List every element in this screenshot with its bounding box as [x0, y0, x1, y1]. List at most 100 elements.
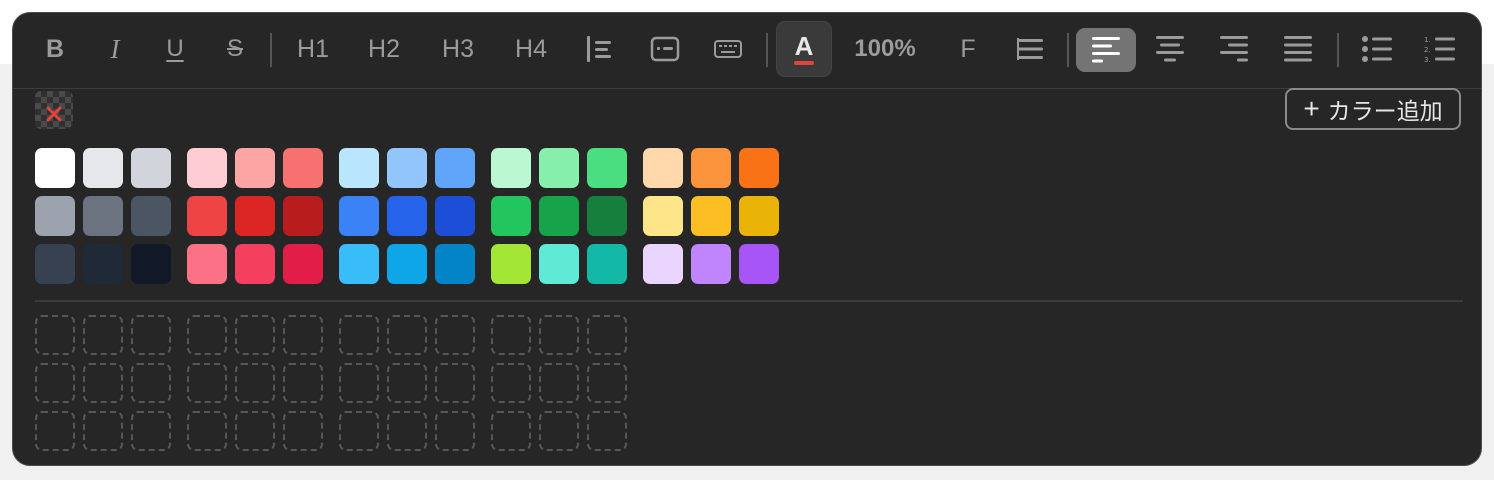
color-swatch[interactable]	[587, 196, 627, 236]
heading1-button[interactable]: H1	[289, 21, 337, 77]
color-swatch[interactable]	[643, 148, 683, 188]
bold-button[interactable]: B	[35, 21, 75, 77]
color-swatch[interactable]	[435, 244, 475, 284]
empty-color-slot[interactable]	[83, 315, 123, 355]
heading3-button[interactable]: H3	[434, 21, 482, 77]
keyboard-button[interactable]	[711, 21, 745, 77]
numbered-list-button[interactable]: 1. 2. 3.	[1423, 21, 1457, 77]
color-swatch[interactable]	[35, 148, 75, 188]
empty-color-slot[interactable]	[283, 363, 323, 403]
empty-color-slot[interactable]	[435, 315, 475, 355]
color-swatch[interactable]	[131, 196, 171, 236]
empty-color-slot[interactable]	[283, 411, 323, 451]
color-swatch[interactable]	[539, 196, 579, 236]
empty-color-slot[interactable]	[539, 363, 579, 403]
align-left-button[interactable]	[1076, 28, 1136, 72]
color-swatch[interactable]	[491, 148, 531, 188]
empty-color-slot[interactable]	[83, 363, 123, 403]
color-swatch[interactable]	[387, 148, 427, 188]
empty-color-slot[interactable]	[235, 411, 275, 451]
empty-color-slot[interactable]	[131, 363, 171, 403]
color-swatch[interactable]	[643, 244, 683, 284]
color-swatch[interactable]	[691, 196, 731, 236]
empty-color-slot[interactable]	[435, 411, 475, 451]
color-swatch[interactable]	[587, 244, 627, 284]
empty-color-slot[interactable]	[387, 315, 427, 355]
color-swatch[interactable]	[587, 148, 627, 188]
color-swatch[interactable]	[187, 244, 227, 284]
empty-color-slot[interactable]	[587, 315, 627, 355]
line-spacing-button[interactable]	[1013, 21, 1047, 77]
strikethrough-button[interactable]: S	[215, 21, 255, 77]
empty-color-slot[interactable]	[387, 363, 427, 403]
empty-color-slot[interactable]	[283, 315, 323, 355]
add-color-button[interactable]: + カラー追加	[1285, 88, 1461, 130]
empty-color-slot[interactable]	[83, 411, 123, 451]
bullet-list-button[interactable]	[1360, 21, 1394, 77]
empty-color-slot[interactable]	[387, 411, 427, 451]
color-swatch[interactable]	[187, 196, 227, 236]
color-swatch[interactable]	[235, 244, 275, 284]
color-swatch[interactable]	[491, 244, 531, 284]
color-swatch[interactable]	[491, 196, 531, 236]
color-swatch[interactable]	[83, 196, 123, 236]
empty-color-slot[interactable]	[339, 315, 379, 355]
color-swatch[interactable]	[643, 196, 683, 236]
color-swatch[interactable]	[539, 148, 579, 188]
color-swatch[interactable]	[435, 148, 475, 188]
color-swatch[interactable]	[539, 244, 579, 284]
align-center-button[interactable]	[1155, 21, 1185, 77]
callout-button[interactable]	[645, 21, 685, 77]
underline-button[interactable]: U	[155, 21, 195, 77]
italic-button[interactable]: I	[95, 21, 135, 77]
color-swatch[interactable]	[739, 196, 779, 236]
color-swatch[interactable]	[739, 148, 779, 188]
text-color-button[interactable]: A	[776, 21, 832, 77]
color-swatch[interactable]	[739, 244, 779, 284]
heading2-button[interactable]: H2	[360, 21, 408, 77]
align-right-button[interactable]	[1219, 21, 1249, 77]
empty-color-slot[interactable]	[539, 411, 579, 451]
color-swatch[interactable]	[131, 148, 171, 188]
empty-color-slot[interactable]	[35, 315, 75, 355]
color-swatch[interactable]	[339, 148, 379, 188]
color-swatch[interactable]	[35, 244, 75, 284]
empty-color-slot[interactable]	[491, 411, 531, 451]
empty-color-slot[interactable]	[35, 411, 75, 451]
color-swatch[interactable]	[283, 244, 323, 284]
blockquote-button[interactable]	[580, 21, 620, 77]
color-swatch[interactable]	[387, 196, 427, 236]
empty-color-slot[interactable]	[187, 315, 227, 355]
empty-color-slot[interactable]	[491, 315, 531, 355]
empty-color-slot[interactable]	[587, 363, 627, 403]
no-color-swatch[interactable]	[35, 91, 73, 129]
color-swatch[interactable]	[35, 196, 75, 236]
color-swatch[interactable]	[283, 148, 323, 188]
color-swatch[interactable]	[691, 244, 731, 284]
color-swatch[interactable]	[187, 148, 227, 188]
color-swatch[interactable]	[131, 244, 171, 284]
empty-color-slot[interactable]	[35, 363, 75, 403]
empty-color-slot[interactable]	[587, 411, 627, 451]
color-swatch[interactable]	[435, 196, 475, 236]
color-swatch[interactable]	[83, 148, 123, 188]
empty-color-slot[interactable]	[539, 315, 579, 355]
empty-color-slot[interactable]	[131, 411, 171, 451]
zoom-level-button[interactable]: 100%	[845, 21, 925, 77]
empty-color-slot[interactable]	[435, 363, 475, 403]
color-swatch[interactable]	[691, 148, 731, 188]
empty-color-slot[interactable]	[235, 315, 275, 355]
color-swatch[interactable]	[339, 196, 379, 236]
heading4-button[interactable]: H4	[507, 21, 555, 77]
color-swatch[interactable]	[283, 196, 323, 236]
color-swatch[interactable]	[339, 244, 379, 284]
empty-color-slot[interactable]	[491, 363, 531, 403]
empty-color-slot[interactable]	[187, 411, 227, 451]
align-justify-button[interactable]	[1283, 21, 1313, 77]
empty-color-slot[interactable]	[339, 411, 379, 451]
empty-color-slot[interactable]	[235, 363, 275, 403]
color-swatch[interactable]	[387, 244, 427, 284]
color-swatch[interactable]	[235, 196, 275, 236]
font-button[interactable]: F	[953, 21, 983, 77]
empty-color-slot[interactable]	[339, 363, 379, 403]
